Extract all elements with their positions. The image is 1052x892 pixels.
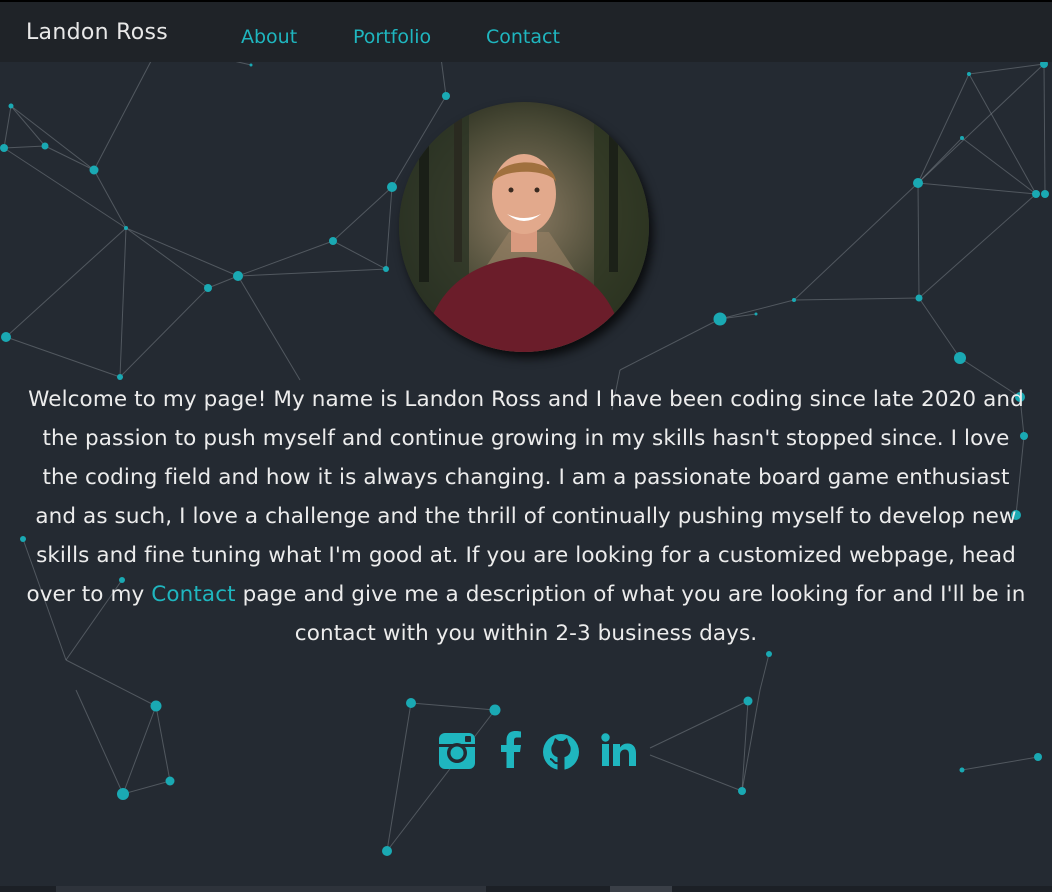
nav-link-portfolio[interactable]: Portfolio bbox=[353, 26, 431, 48]
linkedin-icon[interactable] bbox=[596, 728, 642, 774]
scrollbar-track-segment bbox=[56, 886, 486, 892]
intro-text-start: Welcome to my page! My name is Landon Ro… bbox=[26, 387, 1024, 607]
profile-photo-image bbox=[399, 102, 649, 352]
intro-text-end: page and give me a description of what y… bbox=[235, 582, 1026, 646]
intro-contact-link[interactable]: Contact bbox=[151, 582, 235, 607]
scrollbar-thumb[interactable] bbox=[610, 886, 672, 892]
nav-link-contact[interactable]: Contact bbox=[486, 26, 560, 48]
profile-photo bbox=[399, 102, 649, 352]
intro-paragraph: Welcome to my page! My name is Landon Ro… bbox=[26, 380, 1026, 653]
horizontal-scrollbar[interactable] bbox=[0, 886, 1052, 892]
social-links bbox=[430, 728, 650, 778]
instagram-icon[interactable] bbox=[434, 728, 480, 774]
top-navigation-bar: Landon Ross About Portfolio Contact bbox=[0, 0, 1052, 62]
nav-link-about[interactable]: About bbox=[241, 26, 297, 48]
github-icon[interactable] bbox=[538, 728, 584, 774]
site-brand[interactable]: Landon Ross bbox=[26, 20, 168, 45]
facebook-icon[interactable] bbox=[488, 728, 534, 774]
